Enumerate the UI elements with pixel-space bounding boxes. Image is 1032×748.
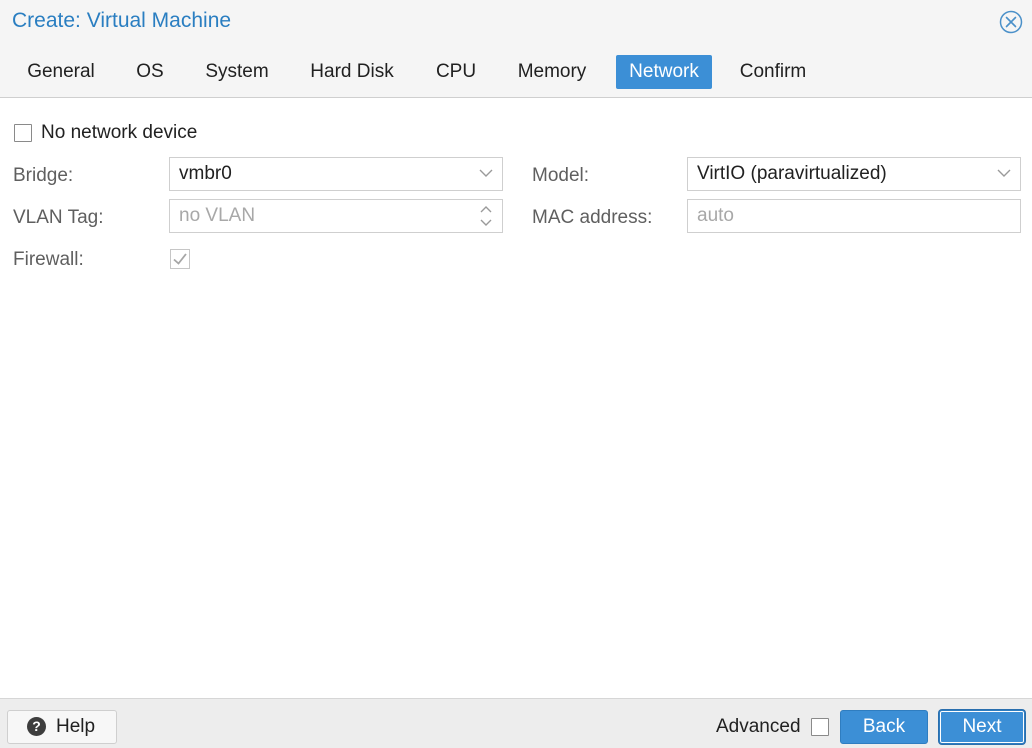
create-vm-dialog: Create: Virtual Machine General OS Syste…: [0, 0, 1032, 748]
bridge-select[interactable]: vmbr0: [169, 157, 503, 191]
dialog-title: Create: Virtual Machine: [12, 9, 232, 32]
mac-address-label: MAC address:: [532, 207, 653, 228]
back-button[interactable]: Back: [840, 710, 928, 744]
chevron-down-icon[interactable]: [988, 158, 1020, 190]
tab-general[interactable]: General: [14, 55, 108, 89]
no-network-label: No network device: [41, 122, 198, 143]
firewall-label: Firewall:: [13, 249, 84, 270]
help-button[interactable]: ? Help: [7, 710, 117, 744]
tab-network[interactable]: Network: [616, 55, 712, 89]
tab-system[interactable]: System: [193, 55, 281, 89]
tab-cpu[interactable]: CPU: [424, 55, 488, 89]
tab-memory[interactable]: Memory: [505, 55, 599, 89]
vlan-tag-placeholder: no VLAN: [179, 205, 256, 226]
question-icon: ?: [27, 717, 46, 736]
no-network-checkbox[interactable]: [14, 124, 32, 142]
mac-address-placeholder: auto: [697, 205, 734, 226]
tab-os[interactable]: OS: [124, 55, 176, 89]
close-icon[interactable]: [999, 10, 1023, 34]
model-value: VirtIO (paravirtualized): [697, 163, 887, 184]
vlan-tag-label: VLAN Tag:: [13, 207, 104, 228]
help-label: Help: [56, 716, 96, 737]
vlan-tag-input[interactable]: no VLAN: [169, 199, 503, 233]
chevron-down-icon[interactable]: [470, 158, 502, 190]
model-select[interactable]: VirtIO (paravirtualized): [687, 157, 1021, 191]
mac-address-input[interactable]: auto: [687, 199, 1021, 233]
firewall-checkbox[interactable]: [170, 249, 190, 269]
advanced-label: Advanced: [716, 716, 801, 737]
bridge-value: vmbr0: [179, 163, 232, 184]
bridge-label: Bridge:: [13, 165, 74, 186]
advanced-checkbox[interactable]: [811, 718, 829, 736]
spinner-icon[interactable]: [470, 200, 502, 232]
network-panel: No network device Bridge: vmbr0 VLAN Tag…: [0, 98, 1032, 698]
checkmark-icon: [173, 253, 187, 265]
dialog-header: Create: Virtual Machine: [0, 0, 1032, 44]
tab-confirm[interactable]: Confirm: [728, 55, 818, 89]
next-button[interactable]: Next: [939, 710, 1025, 744]
model-label: Model:: [532, 165, 590, 186]
dialog-footer: ? Help Advanced Back Next: [0, 698, 1032, 748]
wizard-tab-bar: General OS System Hard Disk CPU Memory N…: [0, 44, 1032, 98]
tab-hard-disk[interactable]: Hard Disk: [298, 55, 406, 89]
